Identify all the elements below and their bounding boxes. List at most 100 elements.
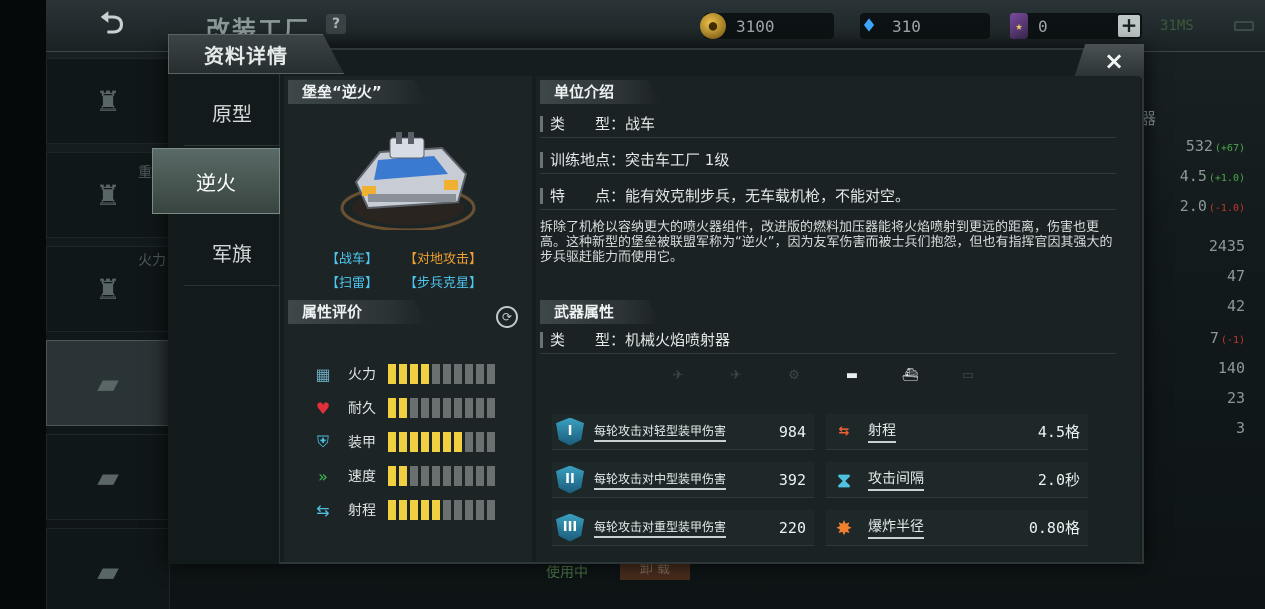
fighter-jet-icon: ✈ [672, 368, 684, 383]
bar-segment-filled [388, 398, 396, 418]
bar-segment-filled [399, 364, 407, 384]
bar-segment-empty [454, 364, 462, 384]
bar-segment-filled [388, 466, 396, 486]
help-button[interactable]: ? [326, 14, 346, 34]
light-armor-shield-icon: I [556, 417, 584, 446]
bar-segment-empty [443, 398, 451, 418]
gold-amount: 3100 [736, 16, 775, 36]
bar-segment-filled [399, 432, 407, 452]
bar-segment-empty [487, 398, 495, 418]
tag-skill: 【扫雷】 [326, 276, 379, 291]
bar-segment-empty [465, 500, 473, 520]
bar-segment-empty [465, 432, 473, 452]
bar-segment-empty [465, 466, 473, 486]
bar-segment-filled [399, 466, 407, 486]
heart-icon: ♥ [315, 398, 331, 418]
left-edge [0, 0, 46, 609]
unit-type-line: 类 型：战车 [540, 110, 1116, 138]
attribute-row-speed: » 速度 [310, 464, 495, 488]
submarine-icon: ▭ [961, 368, 975, 383]
attribute-label: 火力 [348, 367, 376, 383]
unit-list: ♜ ♜ ♜ ▰ ▰ ▰ [46, 58, 170, 609]
attribute-label: 射程 [348, 503, 376, 519]
stat-value: 220 [778, 518, 806, 537]
bar-segment-empty [421, 466, 429, 486]
bar-segment-empty [487, 432, 495, 452]
diamond-icon: ♦ [862, 13, 876, 39]
bar-segment-empty [443, 364, 451, 384]
stat-value: 984 [778, 422, 806, 441]
card-icon: ★ [1010, 13, 1028, 39]
bar-segment-empty [432, 398, 440, 418]
bar-segment-filled [399, 398, 407, 418]
bar-segment-filled [432, 432, 440, 452]
gold-coin-icon: ● [700, 13, 726, 39]
weapon-range: ⇆ 射程 4.5格 [826, 414, 1088, 450]
unit-slot[interactable]: ▰ [46, 434, 170, 520]
stat-row: 4.5 (+1.0) [1179, 167, 1245, 185]
bar-segment-empty [443, 500, 451, 520]
bar-segment-empty [476, 364, 484, 384]
bar-segment-filled [388, 432, 396, 452]
close-button[interactable]: × [1074, 44, 1144, 78]
medium-armor-shield-icon: II [556, 465, 584, 494]
stat-label: 射程 [868, 420, 896, 443]
bar-segment-filled [410, 500, 418, 520]
bar-segment-filled [421, 364, 429, 384]
attribute-bar [388, 398, 495, 418]
intro-header: 单位介绍 [540, 80, 660, 104]
bar-segment-empty [421, 398, 429, 418]
back-icon[interactable]: ⮌ [84, 6, 140, 44]
attribute-bar [388, 432, 495, 452]
stat-row: 532 (+67) [1185, 137, 1245, 155]
bar-segment-empty [487, 500, 495, 520]
attribute-header: 属性评价 [288, 300, 428, 324]
feature-line: 特 点：能有效克制步兵，无车载机枪，不能对空。 [540, 182, 1116, 210]
ship-icon: ⛴ [901, 368, 919, 383]
stat-label: 攻击间隔 [868, 468, 924, 491]
bar-segment-empty [432, 466, 440, 486]
unit-slot[interactable]: ▰ [46, 528, 170, 609]
battery-icon [1234, 21, 1254, 31]
refresh-icon[interactable]: ⟳ [496, 306, 518, 328]
unit-name-header: 堡垒“逆火” [288, 80, 428, 104]
bar-segment-empty [432, 364, 440, 384]
bar-segment-filled [410, 364, 418, 384]
attribute-row-armor: ⛨ 装甲 [310, 430, 495, 454]
unit-description: 拆除了机枪以容纳更大的喷火器组件，改进版的燃料加压器能将火焰喷射到更远的距离，伤… [540, 220, 1113, 265]
explosion-icon: ✸ [835, 515, 853, 540]
stat-row: 2435 [1208, 237, 1245, 255]
stat-row: 140 [1217, 359, 1245, 377]
attribute-label: 装甲 [348, 435, 376, 451]
weapon-header: 武器属性 [540, 300, 660, 324]
bar-segment-filled [388, 364, 396, 384]
stat-row: 23 [1226, 389, 1245, 407]
variant-tabs: 原型 逆火 军旗 [152, 74, 280, 564]
bar-segment-empty [410, 398, 418, 418]
gem-counter: ♦ 310 [860, 13, 990, 39]
tab-prototype[interactable]: 原型 [184, 80, 280, 146]
helicopter-icon: ⚙ [788, 368, 800, 383]
add-currency-button[interactable]: + [1118, 15, 1140, 37]
range-arrows-icon: ⇆ [316, 500, 330, 520]
bar-segment-filled [421, 432, 429, 452]
stat-value: 2.0秒 [1037, 471, 1080, 489]
tab-banner[interactable]: 军旗 [184, 220, 280, 286]
bar-segment-filled [432, 500, 440, 520]
modal-content: 堡垒“逆火” 【战车】 【对地攻击】 【扫雷】 【步兵克星】 属性评价 ⟳ ▦ … [284, 76, 1140, 562]
tab-backfire[interactable]: 逆火 [152, 148, 280, 214]
bar-segment-filled [421, 500, 429, 520]
attribute-row-firepower: ▦ 火力 [310, 362, 495, 386]
unit-slot[interactable]: ♜ [46, 58, 170, 144]
tank-icon: ▬ [845, 368, 859, 383]
armor-shield-icon: ⛨ [316, 432, 329, 451]
damage-heavy-armor: III 每轮攻击对重型装甲伤害 220 [552, 510, 814, 546]
blast-radius: ✸ 爆炸半径 0.80格 [826, 510, 1088, 546]
attack-interval: ⧗ 攻击间隔 2.0秒 [826, 462, 1088, 498]
stat-row: 47 [1226, 267, 1245, 285]
target-type-icons: ✈ ✈ ⚙ ▬ ⛴ ▭ [664, 368, 982, 384]
bar-segment-empty [454, 500, 462, 520]
close-icon[interactable]: × [1104, 47, 1124, 75]
unit-slot-selected[interactable]: ▰ [46, 340, 170, 426]
stat-row: 3 [1235, 419, 1245, 437]
